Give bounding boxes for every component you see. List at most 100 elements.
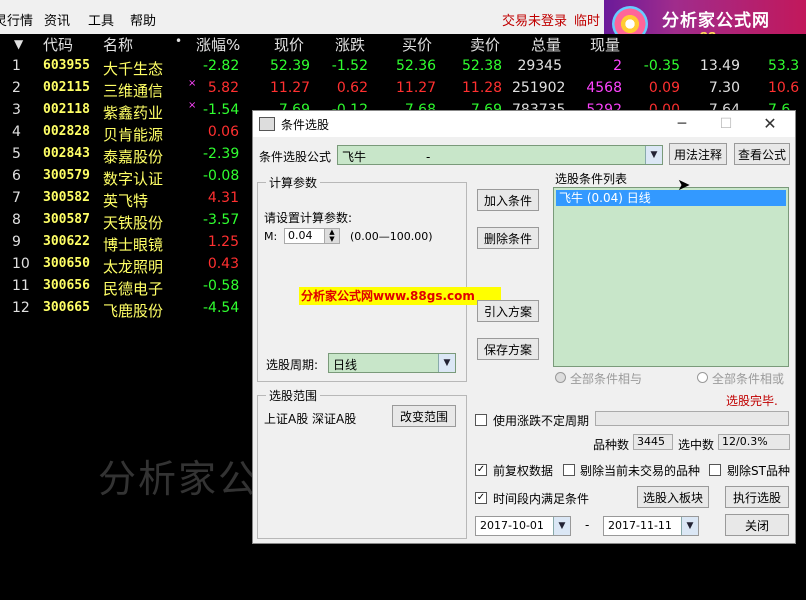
col-volume[interactable]: 总量 — [531, 34, 561, 54]
col-current-vol[interactable]: 现量 — [590, 34, 620, 54]
close-button[interactable]: 关闭 — [725, 514, 789, 536]
period-cond-label: 时间段内满足条件 — [493, 492, 590, 506]
radio-and — [555, 372, 566, 383]
row-code: 300665 — [43, 300, 90, 315]
row-price: 52.39 — [270, 58, 311, 74]
row-ask: 52.38 — [462, 58, 503, 74]
period-value: 日线 — [333, 358, 358, 372]
chevron-down-icon: ▼ — [681, 517, 698, 535]
execute-button[interactable]: 执行选股 — [725, 486, 789, 508]
row-pct: -0.08 — [203, 168, 240, 184]
prev-adj-checkbox[interactable]: ✓ — [475, 464, 487, 476]
row-pct: -0.58 — [203, 278, 240, 294]
to-board-button[interactable]: 选股入板块 — [637, 486, 709, 508]
save-plan-button[interactable]: 保存方案 — [477, 338, 539, 360]
period-cond-checkbox[interactable]: ✓ — [475, 492, 487, 504]
formula-select[interactable]: 飞牛 - ▼ — [337, 145, 663, 165]
row-name: 博士眼镜 — [103, 236, 164, 254]
import-plan-button[interactable]: 引入方案 — [477, 300, 539, 322]
row-name: 数字认证 — [103, 170, 164, 188]
menu-market[interactable]: 灵行情 — [0, 10, 33, 29]
menu-tools[interactable]: 工具 — [88, 10, 114, 29]
date-to-select[interactable]: 2017-11-11 ▼ — [603, 516, 699, 536]
row-name: 紫鑫药业 — [103, 104, 164, 122]
col-ask[interactable]: 卖价 — [470, 34, 500, 54]
row-name: 大千生态 — [103, 60, 164, 78]
dialog-titlebar[interactable]: 条件选股 ─ ☐ ✕ — [253, 111, 795, 137]
condition-list[interactable]: 飞牛 (0.04) 日线 — [553, 187, 789, 367]
row-speed: 0.09 — [648, 80, 680, 96]
col-code[interactable]: 代码 — [43, 34, 73, 54]
change-range-button[interactable]: 改变范围 — [392, 405, 456, 427]
view-formula-button[interactable]: 查看公式 — [734, 143, 790, 165]
table-row[interactable]: 2 002115 三维通信 5.82 11.27 0.62 11.27 11.28 251902… — [0, 78, 806, 100]
row-volume: 29345 — [517, 58, 562, 74]
exclude-untraded-checkbox[interactable] — [563, 464, 575, 476]
list-item[interactable]: 飞牛 (0.04) 日线 — [556, 190, 786, 206]
row-pct: -3.57 — [203, 212, 240, 228]
usage-note-button[interactable]: 用法注释 — [669, 143, 727, 165]
row-index: 5 — [12, 146, 21, 162]
row-index: 8 — [12, 212, 21, 228]
row-turnover: 7.30 — [708, 80, 740, 96]
col-bid[interactable]: 买价 — [402, 34, 432, 54]
row-pct: -2.39 — [203, 146, 240, 162]
row-index: 9 — [12, 234, 21, 250]
col-change[interactable]: 涨跌 — [335, 34, 365, 54]
use-period-checkbox[interactable] — [475, 414, 487, 426]
calc-params-group: 计算参数 请设置计算参数: M: 0.04 ▲ ▼ (0.00—100.00) 选… — [257, 174, 467, 382]
menu-help[interactable]: 帮助 — [130, 10, 156, 29]
sort-arrow-icon[interactable]: ▼ — [14, 34, 23, 54]
row-index: 6 — [12, 168, 21, 184]
param-m-stepper[interactable]: 0.04 ▲ ▼ — [284, 228, 340, 244]
col-mark[interactable]: • — [175, 34, 182, 54]
close-icon[interactable]: ✕ — [755, 113, 785, 135]
stock-range-title: 选股范围 — [266, 387, 321, 404]
prev-adj-label: 前复权数据 — [493, 464, 554, 478]
row-price: 11.27 — [270, 80, 311, 96]
trade-login-status[interactable]: 交易未登录 — [502, 10, 567, 29]
table-row[interactable]: 1 603955 大千生态 -2.82 52.39 -1.52 52.36 52.38 2934… — [0, 56, 806, 78]
menu-news[interactable]: 资讯 — [44, 10, 70, 29]
spin-arrows-icon[interactable]: ▲ ▼ — [324, 229, 339, 243]
promo-banner: 分析家公式网www.88gs.com — [299, 287, 501, 305]
row-pct: 5.82 — [207, 80, 239, 96]
period-label: 选股周期: — [266, 358, 319, 372]
delete-condition-button[interactable]: 删除条件 — [477, 227, 539, 249]
row-index: 1 — [12, 58, 21, 74]
row-name: 民德电子 — [103, 280, 164, 298]
row-ask: 11.28 — [462, 80, 503, 96]
row-code: 300650 — [43, 256, 90, 271]
date-from-select[interactable]: 2017-10-01 ▼ — [475, 516, 571, 536]
row-current-vol: 4568 — [586, 80, 622, 96]
row-open: 53.3 — [768, 58, 800, 74]
add-condition-button[interactable]: 加入条件 — [477, 189, 539, 211]
row-code: 300656 — [43, 278, 90, 293]
row-current-vol: 2 — [613, 58, 622, 74]
row-code: 002118 — [43, 102, 90, 117]
param-range: (0.00—100.00) — [350, 230, 433, 243]
dialog-app-icon — [259, 117, 275, 131]
period-select[interactable]: 日线 ▼ — [328, 353, 456, 373]
row-index: 10 — [12, 256, 30, 272]
date-to-value: 2017-11-11 — [608, 519, 672, 532]
calc-params-title: 计算参数 — [266, 174, 321, 191]
col-price[interactable]: 现价 — [274, 34, 304, 54]
col-pct[interactable]: 涨幅% — [196, 34, 240, 54]
formula-value: 飞牛 - — [342, 150, 431, 164]
row-index: 4 — [12, 124, 21, 140]
row-turnover: 13.49 — [699, 58, 740, 74]
maximize-icon: ☐ — [719, 116, 733, 132]
exclude-untraded-label: 剔除当前未交易的品种 — [580, 464, 701, 478]
row-code: 300582 — [43, 190, 90, 205]
temp-label: 临时 — [574, 14, 601, 29]
col-name[interactable]: 名称 — [103, 34, 133, 54]
row-name: 三维通信 — [103, 82, 164, 100]
row-change: 0.62 — [336, 80, 368, 96]
row-code: 002115 — [43, 80, 90, 95]
table-header: ▼ 代码 名称 • 涨幅% 现价 涨跌 买价 卖价 总量 现量 — [0, 34, 806, 54]
exclude-st-checkbox[interactable] — [709, 464, 721, 476]
exclude-st-label: 剔除ST品种 — [727, 464, 790, 478]
row-index: 3 — [12, 102, 21, 118]
minimize-icon[interactable]: ─ — [667, 113, 697, 135]
